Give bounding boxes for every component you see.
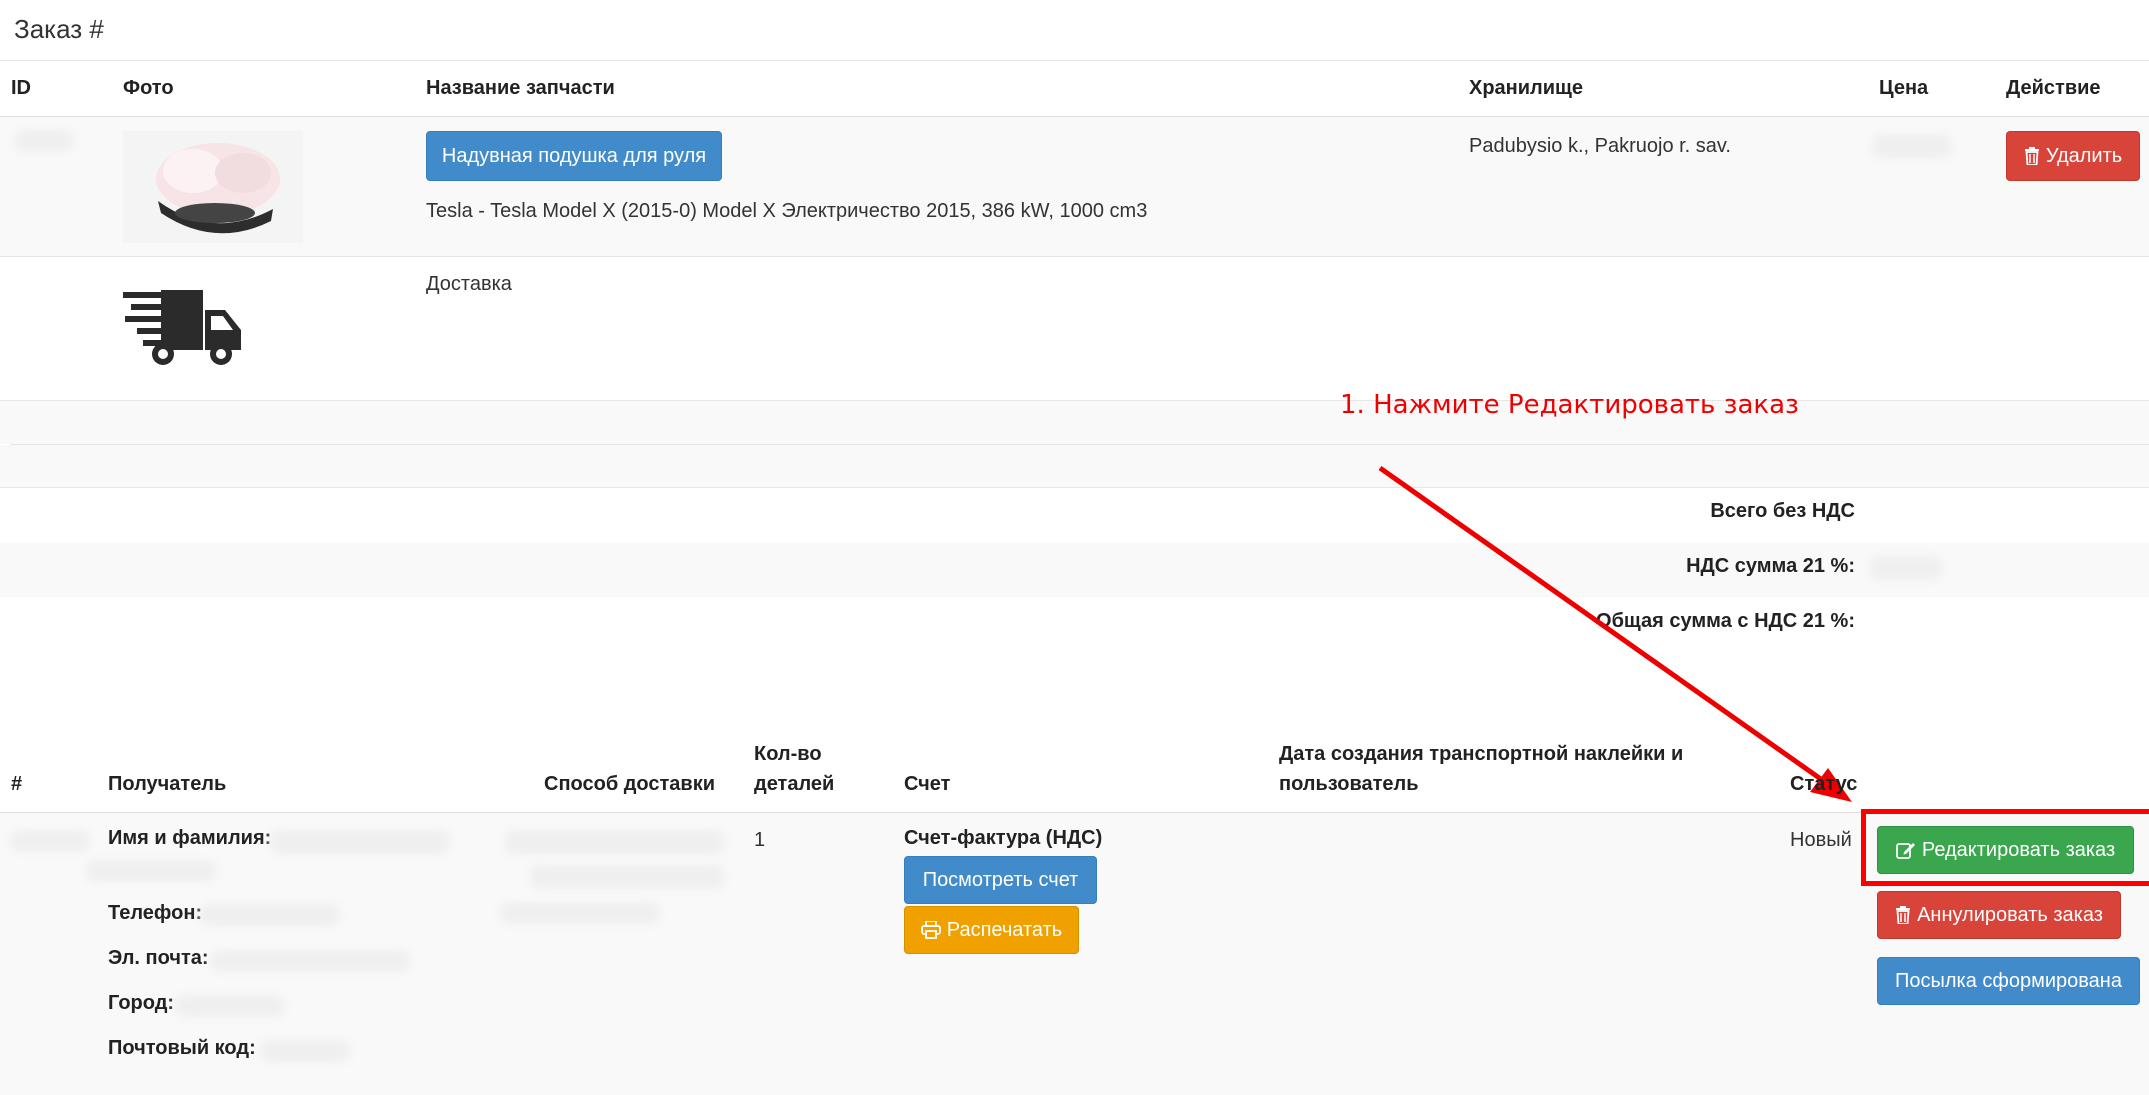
blurred-vat-value xyxy=(1870,556,1942,580)
annotation-text: 1. Нажмите Редактировать заказ xyxy=(1340,390,1799,420)
delete-button[interactable]: Удалить xyxy=(2006,131,2140,181)
orders-col-qty-line2: деталей xyxy=(754,773,835,795)
recipient-phone-label: Телефон: xyxy=(108,902,203,924)
blurred-order-number xyxy=(10,830,90,852)
recipient-name-label: Имя и фамилия: xyxy=(108,827,272,849)
blurred-city xyxy=(175,995,285,1017)
edit-order-label: Редактировать заказ xyxy=(1921,838,2116,861)
trash-icon xyxy=(1896,906,1911,924)
col-header-storage: Хранилище xyxy=(1469,77,1584,99)
table-row xyxy=(0,445,2149,487)
airbag-image xyxy=(123,131,303,243)
orders-col-delivery: Способ доставки xyxy=(544,773,716,795)
orders-col-qty-line1: Кол-во xyxy=(754,743,822,765)
col-header-action: Действие xyxy=(2006,77,2101,99)
col-header-id: ID xyxy=(11,77,31,99)
blurred-email xyxy=(210,950,410,972)
view-invoice-button[interactable]: Посмотреть счет xyxy=(904,856,1097,904)
orders-col-num: # xyxy=(11,773,23,795)
trash-icon xyxy=(2024,147,2039,165)
blurred-delivery-method-2 xyxy=(530,865,725,889)
recipient-email-label: Эл. почта: xyxy=(108,947,209,969)
invoice-type: Счет-фактура (НДС) xyxy=(904,827,1103,849)
delivery-name: Доставка xyxy=(426,273,512,295)
airbag-photo[interactable] xyxy=(123,131,303,243)
divider xyxy=(0,60,2149,61)
recipient-zip-label: Почтовый код: xyxy=(108,1037,256,1059)
parcel-formed-label: Посылка сформирована xyxy=(1895,969,2122,992)
blurred-price xyxy=(1872,134,1952,158)
edit-icon xyxy=(1895,843,1915,859)
blurred-name xyxy=(270,830,450,854)
divider xyxy=(0,256,2149,257)
orders-col-recipient: Получатель xyxy=(108,773,227,795)
col-header-price: Цена xyxy=(1879,77,1929,99)
blurred-zip xyxy=(260,1040,350,1062)
part-name-button[interactable]: Надувная подушка для руля xyxy=(426,131,722,181)
total-vat-label: НДС сумма 21 %: xyxy=(1686,555,1855,577)
blurred-delivery-method-3 xyxy=(500,902,660,924)
orders-col-status: Статус xyxy=(1790,773,1858,795)
blurred-delivery-method xyxy=(505,830,725,854)
edit-order-button[interactable]: Редактировать заказ xyxy=(1877,826,2134,874)
table-row xyxy=(0,117,2149,256)
blurred-id xyxy=(14,130,74,152)
page-title: Заказ # xyxy=(14,14,104,44)
storage-location: Padubysio k., Pakruojo r. sav. xyxy=(1469,135,1731,157)
blurred-order-number-2 xyxy=(86,860,216,882)
blurred-phone xyxy=(200,904,340,926)
print-label: Распечатать xyxy=(946,918,1063,941)
cancel-order-button[interactable]: Аннулировать заказ xyxy=(1877,891,2121,939)
vehicle-description: Tesla - Tesla Model X (2015-0) Model X Э… xyxy=(426,200,1148,222)
col-header-photo: Фото xyxy=(123,77,174,99)
order-status: Новый xyxy=(1790,829,1852,851)
delivery-truck-icon xyxy=(123,288,245,371)
total-gross-label: Общая сумма с НДС 21 %: xyxy=(1596,610,1855,632)
orders-col-label-date-line2: пользователь xyxy=(1279,773,1419,795)
total-net-label: Всего без НДС xyxy=(1710,500,1855,522)
orders-col-label-date-line1: Дата создания транспортной наклейки и xyxy=(1279,743,1684,765)
cancel-order-label: Аннулировать заказ xyxy=(1917,903,2103,926)
col-header-part-name: Название запчасти xyxy=(426,77,615,99)
recipient-city-label: Город: xyxy=(108,992,175,1014)
part-name-label: Надувная подушка для руля xyxy=(441,144,707,167)
parcel-formed-button[interactable]: Посылка сформирована xyxy=(1877,957,2140,1005)
divider xyxy=(0,487,2149,488)
parts-quantity: 1 xyxy=(754,829,766,851)
view-invoice-label: Посмотреть счет xyxy=(922,868,1079,891)
table-row xyxy=(0,401,2149,444)
print-icon xyxy=(920,921,941,939)
delete-label: Удалить xyxy=(2045,144,2123,167)
orders-col-invoice: Счет xyxy=(904,773,951,795)
print-button[interactable]: Распечатать xyxy=(904,906,1079,954)
